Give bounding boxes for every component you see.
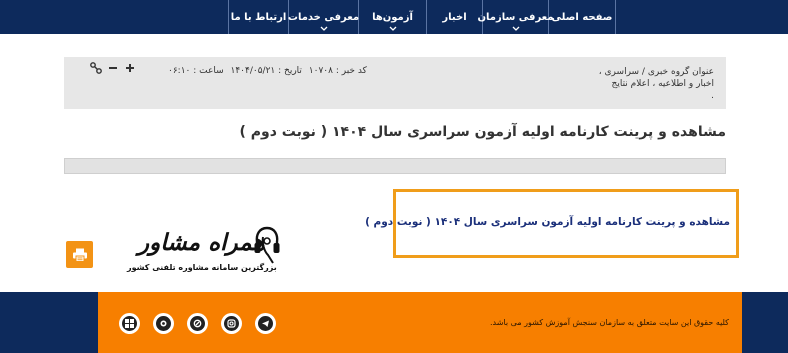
footer-side-left: [0, 292, 98, 353]
nav-item-services[interactable]: معرفی خدمات: [287, 0, 360, 34]
news-group-line: عنوان گروه خبری / سراسری ،: [598, 67, 714, 77]
top-nav: صفحه اصلی معرفی سازمان اخبار آزمون‌ها مع…: [0, 0, 788, 34]
chevron-down-icon: [320, 26, 327, 31]
news-time: ساعت : ۰۶:۱۰: [168, 66, 224, 76]
nav-item-home[interactable]: صفحه اصلی: [548, 0, 616, 34]
social-links: [119, 313, 276, 334]
nav-item-label: ارتباط با ما: [230, 11, 287, 23]
increase-font-icon[interactable]: [124, 62, 136, 74]
text-tools: [90, 62, 136, 74]
brand-logo: همراه مشاور بزرگترین سامانه مشاوره تلفنی…: [115, 225, 285, 280]
highlighted-link-box: مشاهده و پرینت کارنامه اولیه آزمون سراسر…: [365, 189, 739, 258]
nav-item-contact[interactable]: ارتباط با ما: [228, 0, 288, 34]
nav-item-label: معرفی سازمان: [477, 11, 554, 23]
instagram-icon[interactable]: [221, 313, 242, 334]
headset-logo-icon: [254, 226, 280, 264]
soroush-icon[interactable]: [187, 313, 208, 334]
nav-item-label: آزمون‌ها: [372, 11, 413, 23]
decrease-font-icon[interactable]: [107, 62, 119, 74]
nav-item-label: اخبار: [442, 11, 467, 23]
windows-icon[interactable]: [119, 313, 140, 334]
nav-menu: صفحه اصلی معرفی سازمان اخبار آزمون‌ها مع…: [228, 0, 616, 34]
content-divider-bar: [64, 158, 726, 174]
page-title: مشاهده و پرینت کارنامه اولیه آزمون سراسر…: [239, 124, 726, 140]
printer-icon: [72, 248, 87, 262]
news-info: کد خبر : ۱۰۷۰۸ تاریخ : ۱۴۰۴/۰۵/۲۱ ساعت :…: [164, 66, 367, 76]
nav-item-label: معرفی خدمات: [287, 11, 360, 23]
nav-item-news[interactable]: اخبار: [426, 0, 482, 34]
chevron-down-icon: [389, 26, 396, 31]
news-group-line: .: [711, 91, 714, 101]
report-card-link[interactable]: مشاهده و پرینت کارنامه اولیه آزمون سراسر…: [365, 216, 730, 228]
news-meta-box: عنوان گروه خبری / سراسری ، اخبار و اطلاع…: [64, 57, 726, 109]
telegram-icon[interactable]: [255, 313, 276, 334]
news-group: عنوان گروه خبری / سراسری ، اخبار و اطلاع…: [554, 66, 714, 102]
bale-icon[interactable]: [153, 313, 174, 334]
print-button[interactable]: [66, 241, 93, 268]
chevron-down-icon: [512, 26, 519, 31]
footer-side-right: [742, 292, 788, 353]
news-group-line: اخبار و اطلاعیه ، اعلام نتایج: [611, 79, 714, 89]
logo-name: همراه مشاور: [138, 229, 265, 256]
footer-copyright: کلیه حقوق این سایت متعلق به سازمان سنجش …: [490, 318, 729, 327]
share-icon[interactable]: [90, 62, 102, 74]
nav-item-about[interactable]: معرفی سازمان: [477, 0, 554, 34]
news-code: کد خبر : ۱۰۷۰۸: [308, 66, 367, 76]
news-date: تاریخ : ۱۴۰۴/۰۵/۲۱: [230, 66, 302, 76]
footer: کلیه حقوق این سایت متعلق به سازمان سنجش …: [98, 292, 742, 353]
nav-item-label: صفحه اصلی: [551, 11, 613, 23]
nav-item-exams[interactable]: آزمون‌ها: [358, 0, 426, 34]
